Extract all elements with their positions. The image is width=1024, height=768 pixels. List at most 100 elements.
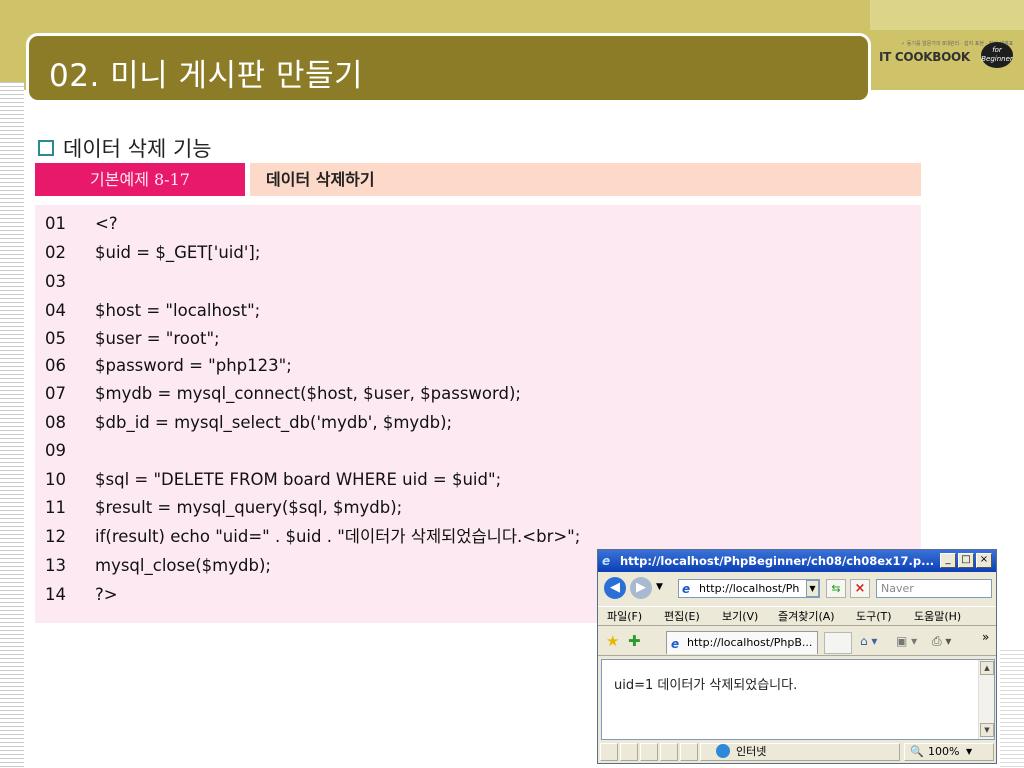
zoom-level[interactable]: 100% — [928, 742, 959, 761]
status-bar: 인터넷 🔍 100% ▼ — [598, 742, 996, 763]
line-number: 12 — [45, 527, 66, 546]
code-line: 04 $host = "localhost"; — [45, 296, 260, 325]
menu-view[interactable]: 보기(V) — [722, 607, 758, 627]
code-text: $uid = $_GET['uid']; — [95, 243, 261, 262]
address-bar[interactable]: e http://localhost/Ph — [678, 579, 820, 598]
minimize-button[interactable]: _ — [940, 553, 956, 568]
logo-brand: IT COOKBOOK — [879, 50, 970, 64]
line-number: 03 — [45, 272, 66, 291]
add-favorite-icon[interactable]: ✚ — [628, 632, 641, 650]
code-text: $password = "php123"; — [95, 356, 292, 375]
menu-file[interactable]: 파일(F) — [607, 607, 642, 627]
star-icon[interactable]: ★ — [606, 632, 619, 650]
status-cell — [660, 743, 678, 761]
code-text: $user = "root"; — [95, 329, 220, 348]
top-banner-accent — [870, 0, 1024, 30]
code-line: 13 mysql_close($mydb); — [45, 551, 271, 580]
menu-tools[interactable]: 도구(T) — [856, 607, 892, 627]
code-text: $mydb = mysql_connect($host, $user, $pas… — [95, 384, 521, 403]
code-text: $result = mysql_query($sql, $mydb); — [95, 498, 403, 517]
line-number: 02 — [45, 243, 66, 262]
status-zone — [700, 743, 900, 761]
refresh-icon[interactable]: ⇆ — [826, 579, 846, 598]
ie-logo-icon: e — [602, 554, 611, 568]
code-line: 11 $result = mysql_query($sql, $mydb); — [45, 493, 402, 522]
example-tag: 기본예제 8-17 — [35, 163, 245, 196]
address-text: http://localhost/Ph — [699, 582, 800, 595]
menu-edit[interactable]: 편집(E) — [664, 607, 700, 627]
code-text: <? — [95, 214, 118, 233]
logo-badge-bottom: Beginner — [981, 55, 1013, 63]
zoom-icon: 🔍 — [910, 745, 924, 758]
forward-arrow-icon[interactable]: ▶ — [630, 577, 652, 599]
back-arrow-icon[interactable]: ◀ — [604, 577, 626, 599]
slide-title: 02. 미니 게시판 만들기 — [49, 58, 364, 94]
scroll-down-icon[interactable]: ▼ — [980, 723, 994, 737]
line-number: 07 — [45, 384, 66, 403]
code-text: $db_id = mysql_select_db('mydb', $mydb); — [95, 413, 453, 432]
status-zone-text: 인터넷 — [736, 745, 767, 758]
maximize-button[interactable]: □ — [958, 553, 974, 568]
section-heading-text: 데이터 삭제 기능 — [63, 137, 212, 161]
search-input[interactable]: Naver — [876, 579, 992, 598]
page-icon: e — [682, 582, 691, 596]
line-number: 13 — [45, 556, 66, 575]
code-line: 03 — [45, 267, 95, 296]
line-number: 14 — [45, 585, 66, 604]
code-line: 12 if(result) echo "uid=" . $uid . "데이터가 … — [45, 522, 580, 551]
stop-icon[interactable]: × — [850, 579, 870, 598]
status-cell — [600, 743, 618, 761]
example-title: 데이터 삭제하기 — [250, 163, 921, 196]
line-number: 10 — [45, 470, 66, 489]
code-text: mysql_close($mydb); — [95, 556, 271, 575]
code-line: 02 $uid = $_GET['uid']; — [45, 238, 260, 267]
code-line: 01 <? — [45, 209, 118, 238]
menu-favorites[interactable]: 즐겨찾기(A) — [778, 607, 835, 627]
line-number: 09 — [45, 441, 66, 460]
menu-help[interactable]: 도움말(H) — [914, 607, 961, 627]
browser-tab[interactable]: e http://localhost/PhpB... — [666, 631, 818, 654]
scroll-up-icon[interactable]: ▲ — [980, 661, 994, 675]
line-number: 08 — [45, 413, 66, 432]
line-number: 01 — [45, 214, 66, 233]
close-button[interactable]: × — [976, 553, 992, 568]
square-bullet-icon — [38, 140, 54, 156]
right-decor-stripe — [1000, 650, 1024, 768]
navigation-bar: ◀ ▶ ▼ e http://localhost/Ph ▼ ⇆ × Naver — [598, 574, 996, 604]
code-line: 10 $sql = "DELETE FROM board WHERE uid = … — [45, 465, 501, 494]
tab-bar: ★ ✚ e http://localhost/PhpB... ⌂ ▾ ▣ ▾ ⎙… — [598, 628, 996, 656]
left-decor-stripe — [0, 82, 24, 768]
more-tools-icon[interactable]: » — [982, 630, 989, 644]
status-cell — [640, 743, 658, 761]
globe-icon — [716, 744, 730, 758]
home-icon[interactable]: ⌂ ▾ — [860, 634, 877, 648]
line-number: 05 — [45, 329, 66, 348]
it-cookbook-logo: ✓ 동기를 알문가의 8대원리 · 쉽지 표현 · 자신 세계표 IT COOK… — [877, 38, 1017, 74]
menu-bar: 파일(F) 편집(E) 보기(V) 즐겨찾기(A) 도구(T) 도움말(H) — [598, 606, 996, 626]
logo-badge: for Beginner — [981, 42, 1013, 68]
browser-title-text: http://localhost/PhpBeginner/ch08/ch08ex… — [620, 554, 935, 568]
print-icon[interactable]: ⎙ ▾ — [932, 634, 951, 649]
code-text: ?> — [95, 585, 118, 604]
slide-title-bar: 02. 미니 게시판 만들기 — [26, 33, 871, 103]
line-number: 11 — [45, 498, 66, 517]
history-dropdown-icon[interactable]: ▼ — [656, 582, 663, 592]
code-text: $host = "localhost"; — [95, 301, 261, 320]
page-content: uid=1 데이터가 삭제되었습니다. ▲ ▼ — [601, 659, 995, 740]
new-tab-button[interactable] — [824, 632, 852, 654]
code-line: 06 $password = "php123"; — [45, 351, 292, 380]
status-cell — [620, 743, 638, 761]
browser-title-bar[interactable]: e http://localhost/PhpBeginner/ch08/ch08… — [598, 550, 996, 572]
zoom-dropdown-icon[interactable]: ▼ — [966, 742, 972, 761]
page-icon: e — [671, 637, 680, 651]
tab-label: http://localhost/PhpB... — [687, 636, 813, 649]
line-number: 04 — [45, 301, 66, 320]
browser-window: e http://localhost/PhpBeginner/ch08/ch08… — [597, 549, 997, 764]
code-line: 08 $db_id = mysql_select_db('mydb', $mydb… — [45, 408, 452, 437]
code-text: $sql = "DELETE FROM board WHERE uid = $u… — [95, 470, 502, 489]
code-text: if(result) echo "uid=" . $uid . "데이터가 삭제… — [95, 527, 581, 546]
code-line: 05 $user = "root"; — [45, 324, 220, 353]
vertical-scrollbar[interactable]: ▲ ▼ — [978, 660, 994, 739]
feed-icon[interactable]: ▣ ▾ — [896, 634, 917, 648]
address-dropdown-icon[interactable]: ▼ — [806, 580, 819, 597]
